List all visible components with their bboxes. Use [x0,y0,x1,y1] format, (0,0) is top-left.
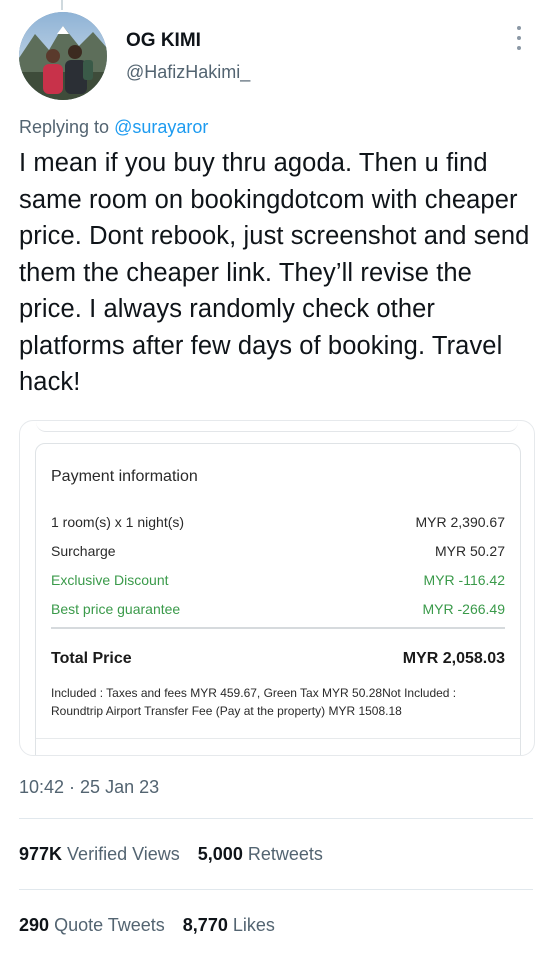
payment-panel: Payment information 1 room(s) x 1 night(… [35,443,521,755]
tweet-timestamp[interactable]: 10:42 · 25 Jan 23 [19,777,159,798]
row-label: Surcharge [51,543,116,559]
dot-icon [517,46,521,50]
divider [19,818,533,819]
reply-context: Replying to @surayaror [19,117,208,138]
fee-note: Included : Taxes and fees MYR 459.67, Gr… [51,684,505,720]
likes-label: Likes [232,915,275,935]
fee-note-line: Roundtrip Airport Transfer Fee (Pay at t… [51,704,402,718]
retweets-stat[interactable]: 5,000 Retweets [198,844,323,864]
stats-row-views-retweets: 977K Verified Views 5,000 Retweets [19,844,323,865]
payment-row: Surcharge MYR 50.27 [51,543,505,559]
payment-title: Payment information [51,468,198,485]
quotes-count: 290 [19,915,50,935]
cropped-panel-edge [36,421,518,432]
retweets-count: 5,000 [197,844,243,864]
row-label: 1 room(s) x 1 night(s) [51,514,185,530]
views-count: 977K [19,844,63,864]
quotes-label: Quote Tweets [54,915,165,935]
row-value: MYR 2,390.67 [415,514,506,530]
payment-row: 1 room(s) x 1 night(s) MYR 2,390.67 [51,514,505,530]
divider [19,889,533,890]
divider [36,738,520,739]
row-value: MYR -116.42 [423,572,505,588]
avatar-photo [19,12,107,100]
row-label: Exclusive Discount [51,572,169,588]
dot-icon [517,36,521,40]
dot-icon [517,26,521,30]
payment-row-discount: Exclusive Discount MYR -116.42 [51,572,505,588]
author-handle[interactable]: @HafizHakimi_ [126,62,250,83]
reply-mention-link[interactable]: @surayaror [114,117,208,137]
avatar[interactable] [19,12,107,100]
attached-image[interactable]: Payment information 1 room(s) x 1 night(… [19,420,535,756]
row-value: MYR 50.27 [434,543,505,559]
stats-row-quotes-likes: 290 Quote Tweets 8,770 Likes [19,915,275,936]
total-label: Total Price [51,650,132,667]
likes-count: 8,770 [182,915,228,935]
reply-prefix: Replying to [19,117,110,137]
payment-row-discount: Best price guarantee MYR -266.49 [51,601,505,617]
retweets-label: Retweets [247,844,323,864]
author-name[interactable]: OG KIMI [126,30,201,52]
thread-line [61,0,63,10]
views-stat[interactable]: 977K Verified Views [19,844,180,864]
more-options-icon[interactable] [512,26,526,50]
divider [51,627,505,629]
row-label: Best price guarantee [51,601,181,617]
fee-note-line: Included : Taxes and fees MYR 459.67, Gr… [51,686,457,700]
total-row: Total Price MYR 2,058.03 [51,650,505,668]
quote-tweets-stat[interactable]: 290 Quote Tweets [19,915,165,935]
row-value: MYR -266.49 [422,601,505,617]
views-label: Verified Views [67,844,180,864]
total-value: MYR 2,058.03 [402,650,505,667]
tweet-text: I mean if you buy thru agoda. Then u fin… [19,149,530,396]
likes-stat[interactable]: 8,770 Likes [183,915,275,935]
